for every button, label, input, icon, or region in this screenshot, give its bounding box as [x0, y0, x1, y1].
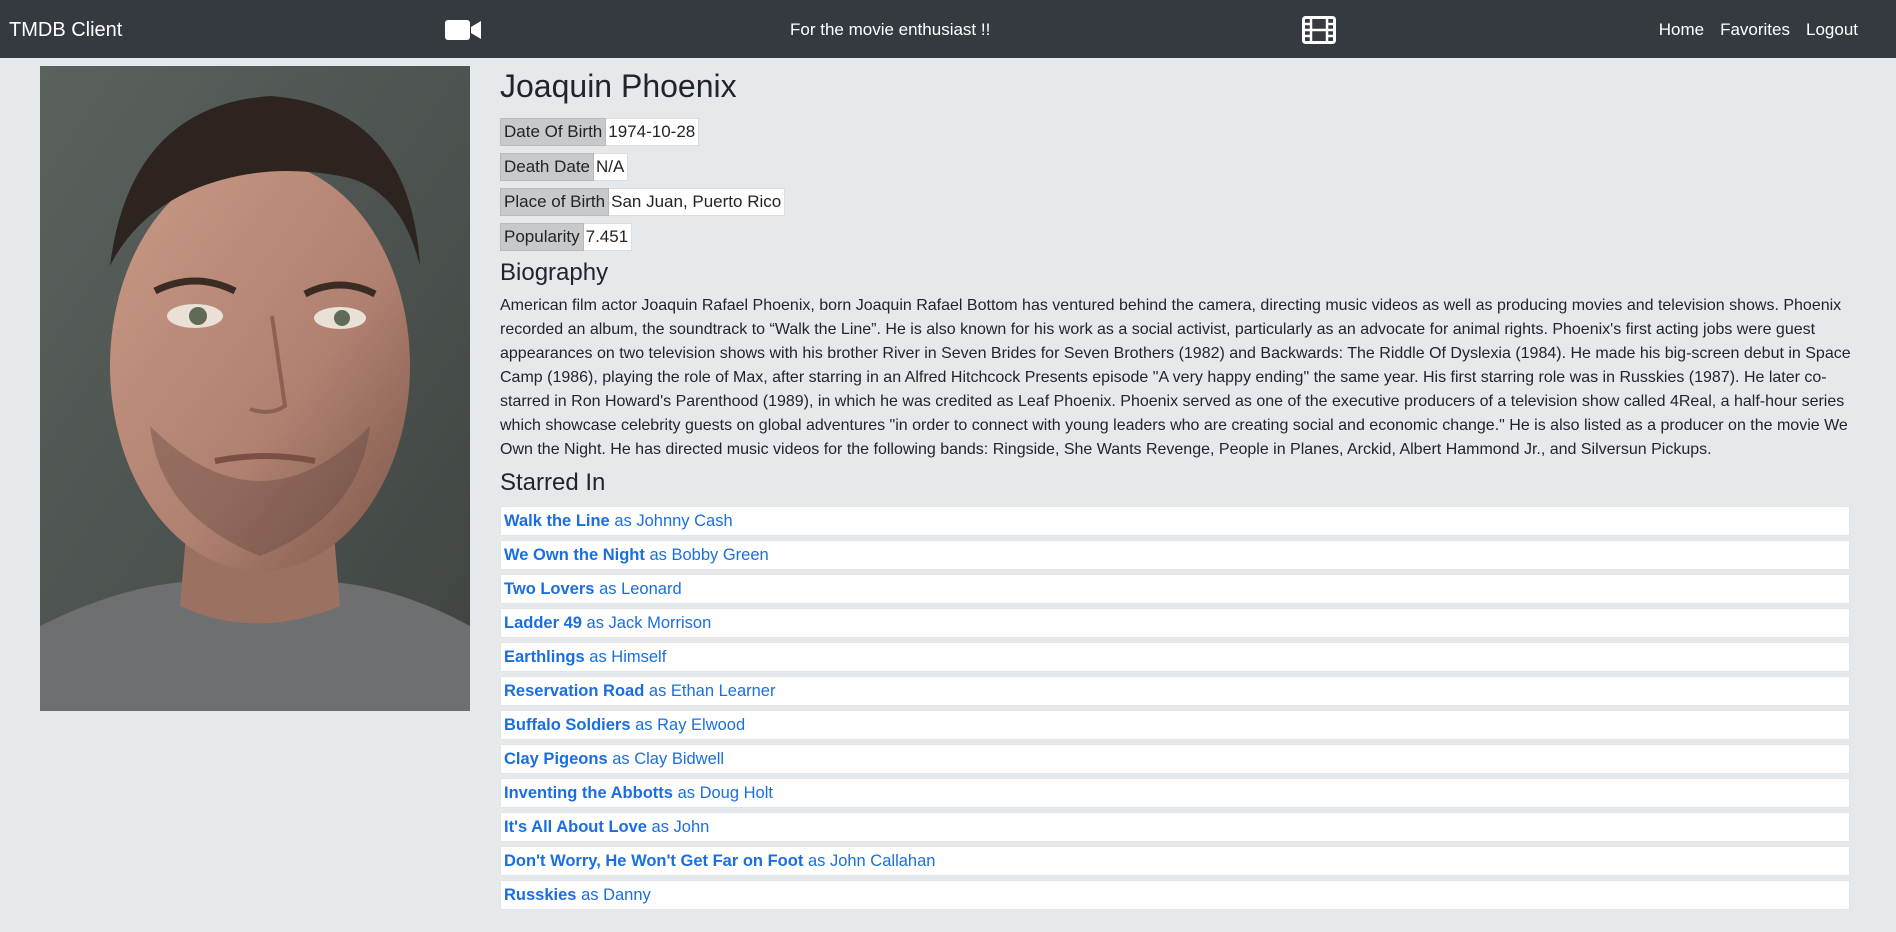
nav-home-link[interactable]: Home [1659, 19, 1704, 41]
film-list-item[interactable]: Buffalo Soldiers as Ray Elwood [500, 710, 1850, 740]
tagline: For the movie enthusiast !! [790, 20, 991, 39]
date-of-birth-value: 1974-10-28 [606, 118, 700, 146]
nav-links: Home Favorites Logout [1659, 19, 1858, 41]
film-list-item[interactable]: Walk the Line as Johnny Cash [500, 506, 1850, 536]
film-list-item[interactable]: Earthlings as Himself [500, 642, 1850, 672]
date-of-birth-row: Date Of Birth 1974-10-28 [500, 118, 1850, 146]
film-list-item[interactable]: Reservation Road as Ethan Learner [500, 676, 1850, 706]
film-role: as John Callahan [807, 852, 936, 870]
film-role: as Leonard [599, 580, 682, 598]
portrait-illustration [40, 66, 470, 711]
biography-text: American film actor Joaquin Rafael Phoen… [500, 297, 1851, 458]
film-title[interactable]: Two Lovers [504, 580, 594, 598]
film-role: as Jack Morrison [586, 614, 712, 632]
nav-logout-link[interactable]: Logout [1806, 19, 1858, 41]
film-role: as Johnny Cash [614, 512, 733, 530]
film-title[interactable]: Don't Worry, He Won't Get Far on Foot [504, 852, 803, 870]
film-role: as Danny [581, 886, 651, 904]
film-title[interactable]: It's All About Love [504, 818, 647, 836]
film-list-item[interactable]: Russkies as Danny [500, 880, 1850, 910]
film-title[interactable]: Clay Pigeons [504, 750, 608, 768]
film-title[interactable]: Walk the Line [504, 512, 610, 530]
starred-in-heading: Starred In [500, 469, 606, 496]
date-of-birth-label: Date Of Birth [500, 118, 607, 146]
place-of-birth-row: Place of Birth San Juan, Puerto Rico [500, 188, 1850, 216]
film-list-item[interactable]: We Own the Night as Bobby Green [500, 540, 1850, 570]
brand-link[interactable]: TMDB Client [9, 18, 122, 42]
film-role: as Himself [589, 648, 667, 666]
film-role: as Ethan Learner [648, 682, 776, 700]
film-role: as John [651, 818, 710, 836]
film-list-item[interactable]: Inventing the Abbotts as Doug Holt [500, 778, 1850, 808]
film-title[interactable]: Russkies [504, 886, 576, 904]
place-of-birth-value: San Juan, Puerto Rico [609, 188, 786, 216]
film-role: as Doug Holt [677, 784, 773, 802]
film-list-item[interactable]: Ladder 49 as Jack Morrison [500, 608, 1850, 638]
film-title[interactable]: Reservation Road [504, 682, 644, 700]
film-role: as Clay Bidwell [612, 750, 725, 768]
death-date-value: N/A [594, 153, 629, 181]
biography-heading: Biography [500, 259, 609, 286]
film-list-item[interactable]: Don't Worry, He Won't Get Far on Foot as… [500, 846, 1850, 876]
profile-photo [40, 66, 470, 711]
film-title[interactable]: We Own the Night [504, 546, 645, 564]
top-navbar: TMDB Client For the movie enthusiast !! … [0, 0, 1896, 58]
popularity-label: Popularity [500, 223, 584, 251]
film-list-item[interactable]: It's All About Love as John [500, 812, 1850, 842]
popularity-value: 7.451 [583, 223, 633, 251]
death-date-row: Death Date N/A [500, 153, 1850, 181]
film-title[interactable]: Ladder 49 [504, 614, 582, 632]
nav-favorites-link[interactable]: Favorites [1720, 19, 1790, 41]
film-title[interactable]: Buffalo Soldiers [504, 716, 631, 734]
starred-in-list: Walk the Line as Johnny Cash We Own the … [500, 506, 1850, 910]
film-list-item[interactable]: Clay Pigeons as Clay Bidwell [500, 744, 1850, 774]
film-role: as Ray Elwood [635, 716, 746, 734]
place-of-birth-label: Place of Birth [500, 188, 610, 216]
film-list-item[interactable]: Two Lovers as Leonard [500, 574, 1850, 604]
film-strip-icon [1302, 16, 1336, 44]
film-title[interactable]: Earthlings [504, 648, 585, 666]
popularity-row: Popularity 7.451 [500, 223, 1850, 251]
person-details: Joaquin Phoenix Date Of Birth 1974-10-28… [500, 66, 1851, 914]
film-title[interactable]: Inventing the Abbotts [504, 784, 673, 802]
death-date-label: Death Date [500, 153, 594, 181]
film-role: as Bobby Green [649, 546, 769, 564]
video-camera-icon [445, 20, 481, 40]
person-name: Joaquin Phoenix [500, 68, 737, 104]
